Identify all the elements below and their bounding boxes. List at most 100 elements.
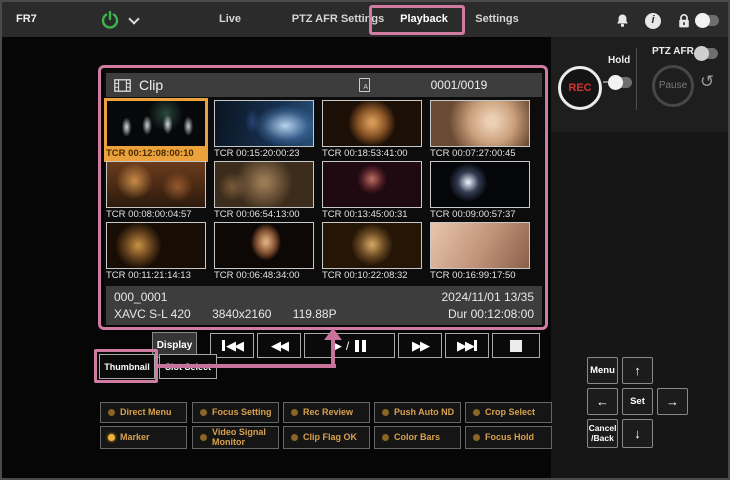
menu-button[interactable]: Menu [587, 357, 618, 384]
assignable-button-crop-select[interactable]: Crop Select [465, 402, 552, 423]
led-dot [108, 409, 115, 416]
rec-hold-toggle[interactable] [610, 77, 632, 88]
set-button[interactable]: Set [622, 388, 653, 415]
assignable-button-rec-review[interactable]: Rec Review [283, 402, 370, 423]
right-arrow-button[interactable]: → [657, 388, 688, 415]
clip-thumbnail[interactable]: TCR 00:07:27:00:45 [430, 100, 530, 160]
clip-thumbnail[interactable]: TCR 00:06:48:34:00 [214, 222, 314, 282]
assignable-label: Video Signal Monitor [212, 428, 278, 448]
clip-tcr-label: TCR 00:08:00:04:57 [106, 208, 206, 221]
hold-label: Hold [608, 55, 630, 66]
fr7-playback-screen: FR7 Live PTZ AFR Settings Playback Setti… [0, 0, 730, 480]
cancel-back-button[interactable]: Cancel /Back [587, 419, 618, 448]
assignable-button-focus-hold[interactable]: Focus Hold [465, 426, 552, 449]
clip-tcr-label: TCR 00:12:08:00:10 [106, 147, 206, 160]
fast-forward-icon: ▶▶ [412, 338, 428, 354]
assignable-label: Marker [120, 433, 150, 443]
clip-page-indicator: 0001/0019 [399, 78, 519, 92]
assignable-label: Focus Hold [485, 433, 534, 443]
clip-thumbnail[interactable]: TCR 00:09:00:57:37 [430, 161, 530, 221]
assignable-button-direct-menu[interactable]: Direct Menu [100, 402, 187, 423]
chevron-down-icon[interactable] [128, 13, 139, 24]
led-dot [382, 409, 389, 416]
clip-thumbnail-image [214, 100, 314, 147]
clip-tcr-label: TCR 00:16:99:17:50 [430, 269, 530, 282]
clip-tcr-label: TCR 00:15:20:00:23 [214, 147, 314, 160]
restart-icon[interactable]: ↺ [700, 72, 714, 92]
assignable-button-video-signal-monitor[interactable]: Video Signal Monitor [192, 426, 279, 449]
clip-tcr-label: TCR 00:07:27:00:45 [430, 147, 530, 160]
clip-thumbnail-image [322, 100, 422, 147]
toggle-knob [694, 46, 709, 61]
bell-icon[interactable] [615, 13, 630, 34]
fast-forward-button[interactable]: ▶▶ [398, 333, 442, 358]
clip-codec: XAVC S-L 420 [114, 307, 191, 321]
led-dot [200, 409, 207, 416]
assignable-button-marker[interactable]: Marker [100, 426, 187, 449]
clip-thumbnail[interactable]: TCR 00:10:22:08:32 [322, 222, 422, 282]
device-name: FR7 [16, 13, 37, 25]
clip-date: 2024/11/01 13/35 [441, 289, 534, 306]
rewind-icon: ◀◀ [271, 338, 287, 354]
tab-live[interactable]: Live [202, 2, 258, 37]
clip-thumbnail[interactable]: TCR 00:11:21:14:13 [106, 222, 206, 282]
skip-forward-icon: ▶▶ [457, 338, 473, 354]
assignable-label: Focus Setting [212, 408, 272, 418]
rec-button[interactable]: REC [558, 66, 602, 110]
clip-thumbnail[interactable]: TCR 00:15:20:00:23 [214, 100, 314, 160]
clip-info-bar: 000_0001 2024/11/01 13/35 XAVC S-L 420 3… [106, 286, 542, 325]
led-dot [473, 409, 480, 416]
clip-thumbnail-image [214, 161, 314, 208]
clip-thumbnail-image [106, 222, 206, 269]
assignable-label: Push Auto ND [394, 408, 454, 418]
clip-thumbnail[interactable]: TCR 00:06:54:13:00 [214, 161, 314, 221]
assignable-button-push-auto-nd[interactable]: Push Auto ND [374, 402, 461, 423]
left-arrow-button[interactable]: ← [587, 388, 618, 415]
clip-thumbnail-image [106, 161, 206, 208]
ptz-afr-toggle[interactable] [696, 48, 718, 59]
clip-thumbnail[interactable]: TCR 00:16:99:17:50 [430, 222, 530, 282]
clip-tcr-label: TCR 00:10:22:08:32 [322, 269, 422, 282]
clip-tcr-label: TCR 00:06:48:34:00 [214, 269, 314, 282]
tab-settings[interactable]: Settings [468, 2, 526, 37]
pause-button[interactable]: Pause [652, 65, 694, 107]
clip-thumbnail-image [214, 222, 314, 269]
assignable-button-color-bars[interactable]: Color Bars [374, 426, 461, 449]
power-icon[interactable] [100, 10, 120, 30]
assignable-label: Crop Select [485, 408, 535, 418]
skip-forward-button[interactable]: ▶▶ [445, 333, 489, 358]
up-arrow-button[interactable]: ↑ [622, 357, 653, 384]
bar-glyph [474, 340, 477, 351]
rewind-button[interactable]: ◀◀ [257, 333, 301, 358]
clip-name: 000_0001 [114, 289, 167, 306]
led-dot [473, 434, 480, 441]
down-arrow-button[interactable]: ↓ [622, 419, 653, 448]
led-dot [291, 434, 298, 441]
assignable-button-focus-setting[interactable]: Focus Setting [192, 402, 279, 423]
assignable-label: Direct Menu [120, 408, 172, 418]
clip-thumbnail-image [430, 100, 530, 147]
clip-tcr-label: TCR 00:18:53:41:00 [322, 147, 422, 160]
led-dot [382, 434, 389, 441]
clip-duration: Dur 00:12:08:00 [448, 306, 534, 323]
clip-panel-title: Clip [139, 77, 163, 93]
pause-bar-icon [362, 340, 366, 352]
stop-button[interactable] [492, 333, 540, 358]
stop-icon [510, 340, 522, 352]
assignable-button-clip-flag-ok[interactable]: Clip Flag OK [283, 426, 370, 449]
cancel-label: Cancel [589, 423, 617, 433]
clip-thumbnail[interactable]: TCR 00:12:08:00:10 [106, 100, 206, 160]
ptz-afr-label: PTZ AFR [652, 46, 694, 57]
clip-thumbnail-grid: TCR 00:12:08:00:10 TCR 00:15:20:00:23 TC… [106, 100, 530, 282]
lock-toggle[interactable] [697, 15, 719, 26]
clip-thumbnail[interactable]: TCR 00:13:45:00:31 [322, 161, 422, 221]
assignable-label: Color Bars [394, 433, 440, 443]
thumbnail-view-button[interactable]: Thumbnail [99, 354, 155, 379]
lock-icon[interactable] [677, 13, 691, 34]
slash-separator: / [346, 339, 349, 353]
clip-thumbnail[interactable]: TCR 00:08:00:04:57 [106, 161, 206, 221]
play-pause-button[interactable]: ▶ / [304, 333, 395, 358]
clip-thumbnail[interactable]: TCR 00:18:53:41:00 [322, 100, 422, 160]
info-icon[interactable]: i [645, 13, 661, 29]
top-bar: FR7 Live PTZ AFR Settings Playback Setti… [2, 2, 728, 37]
